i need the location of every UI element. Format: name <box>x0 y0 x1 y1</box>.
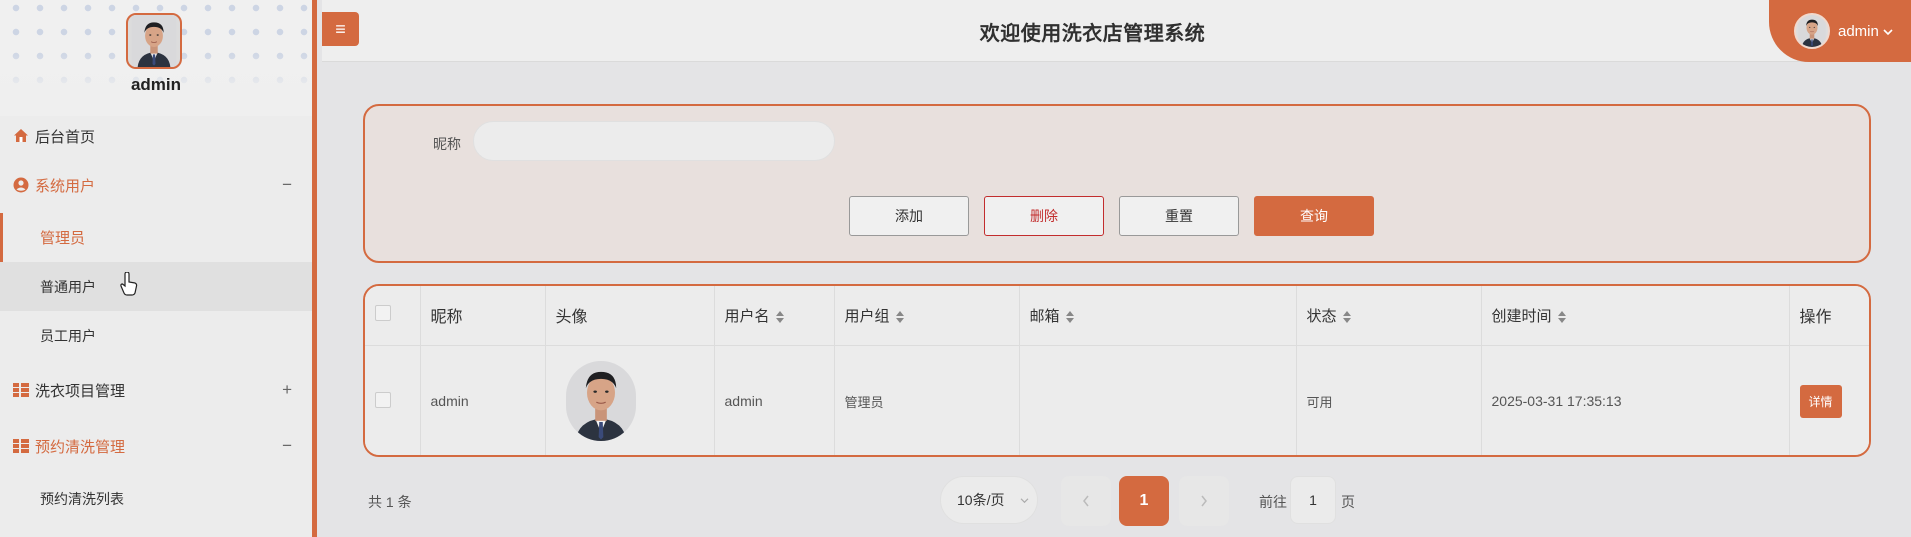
column-header: 昵称 <box>420 286 546 346</box>
user-menu[interactable]: admin <box>1769 0 1911 62</box>
search-panel: 昵称 添加 删除 重置 查询 <box>363 104 1871 263</box>
mouse-cursor-icon <box>120 271 138 301</box>
detail-button[interactable]: 详情 <box>1799 384 1842 418</box>
collapse-icon[interactable]: − <box>282 175 292 195</box>
cell-nickname: admin <box>420 345 546 455</box>
table-header-row: 昵称 头像 用户名 用户组 邮箱 状态 创建时间 操作 <box>365 286 1869 346</box>
cell-email <box>1019 345 1297 455</box>
sidebar-item-normal-users[interactable]: 普通用户 <box>0 262 312 311</box>
menu-item-laundry-items[interactable]: 洗衣项目管理 + <box>0 368 312 412</box>
column-header[interactable]: 用户名 <box>714 286 835 346</box>
collapse-icon[interactable]: − <box>282 436 292 456</box>
sidebar-header: admin <box>0 0 312 116</box>
grid-icon <box>13 438 29 454</box>
cell-group: 管理员 <box>834 345 1020 455</box>
cell-status: 可用 <box>1296 345 1482 455</box>
chevron-down-icon <box>1883 23 1893 40</box>
sort-icon[interactable] <box>1557 310 1566 323</box>
page-title: 欢迎使用洗衣店管理系统 <box>979 23 1206 45</box>
user-circle-icon <box>13 177 29 193</box>
menu-item-label: 洗衣项目管理 <box>35 382 126 400</box>
user-name: admin <box>1838 22 1879 40</box>
column-header[interactable]: 邮箱 <box>1019 286 1297 346</box>
select-all-checkbox[interactable] <box>375 304 391 321</box>
page-size-select[interactable]: 10条/页 <box>940 476 1038 524</box>
avatar <box>566 361 636 441</box>
sidebar-avatar <box>126 13 182 69</box>
sidebar-user-name: admin <box>130 75 182 94</box>
row-checkbox[interactable] <box>375 391 391 408</box>
next-page-button[interactable] <box>1179 476 1229 526</box>
sort-icon[interactable] <box>1342 310 1351 323</box>
nickname-label: 昵称 <box>433 136 461 152</box>
menu-item-label: 预约清洗管理 <box>35 438 126 456</box>
top-header: ≡ 欢迎使用洗衣店管理系统 admin <box>322 0 1911 62</box>
page-number-button[interactable]: 1 <box>1119 476 1169 526</box>
cell-actions: 详情 <box>1789 345 1869 455</box>
query-button[interactable]: 查询 <box>1254 196 1374 236</box>
sidebar: admin 后台首页 系统用户 − 管理员 普通用户 员工用户 洗衣项目管理 +… <box>0 0 317 537</box>
prev-page-button[interactable] <box>1061 476 1111 526</box>
sidebar-item-staff-users[interactable]: 员工用户 <box>0 311 312 360</box>
add-button[interactable]: 添加 <box>849 196 969 236</box>
nickname-input[interactable] <box>473 121 835 161</box>
expand-icon[interactable]: + <box>282 380 292 400</box>
goto-page-input[interactable]: 1 <box>1290 476 1336 524</box>
column-header[interactable]: 状态 <box>1296 286 1482 346</box>
delete-button[interactable]: 删除 <box>984 196 1104 236</box>
menu-item-booking[interactable]: 预约清洗管理 − <box>0 424 312 468</box>
chevron-down-icon <box>1020 493 1029 507</box>
sort-icon[interactable] <box>895 310 904 323</box>
column-header[interactable]: 创建时间 <box>1481 286 1790 346</box>
chevron-left-icon <box>1083 495 1089 507</box>
cell-avatar <box>545 345 715 455</box>
reset-button[interactable]: 重置 <box>1119 196 1239 236</box>
sort-icon[interactable] <box>775 310 784 323</box>
table-row: admin admin 管理员 可用 2025-03-31 17:35:13 详… <box>365 345 1869 455</box>
sidebar-item-booking-list[interactable]: 预约清洗列表 <box>0 474 312 523</box>
menu-item-label: 后台首页 <box>35 128 96 146</box>
cell-created: 2025-03-31 17:35:13 <box>1481 345 1790 455</box>
column-header: 操作 <box>1789 286 1869 346</box>
sort-icon[interactable] <box>1065 310 1074 323</box>
total-count: 共 1 条 <box>368 494 412 510</box>
home-icon <box>13 128 29 144</box>
select-all-cell <box>365 286 421 346</box>
row-select-cell <box>365 345 421 455</box>
column-header: 头像 <box>545 286 715 346</box>
cell-username: admin <box>714 345 835 455</box>
page-size-value: 10条/页 <box>957 492 1005 508</box>
menu-item-dashboard[interactable]: 后台首页 <box>0 116 312 156</box>
column-header[interactable]: 用户组 <box>834 286 1020 346</box>
goto-suffix: 页 <box>1341 494 1355 510</box>
sidebar-item-admins[interactable]: 管理员 <box>0 213 312 262</box>
menu-item-label: 系统用户 <box>35 177 96 195</box>
data-table: 昵称 头像 用户名 用户组 邮箱 状态 创建时间 操作 admin admin … <box>363 284 1871 457</box>
avatar <box>1794 13 1830 49</box>
chevron-right-icon <box>1201 495 1207 507</box>
menu-item-system-users[interactable]: 系统用户 − <box>0 163 312 207</box>
goto-label: 前往 <box>1259 494 1287 510</box>
grid-icon <box>13 382 29 398</box>
